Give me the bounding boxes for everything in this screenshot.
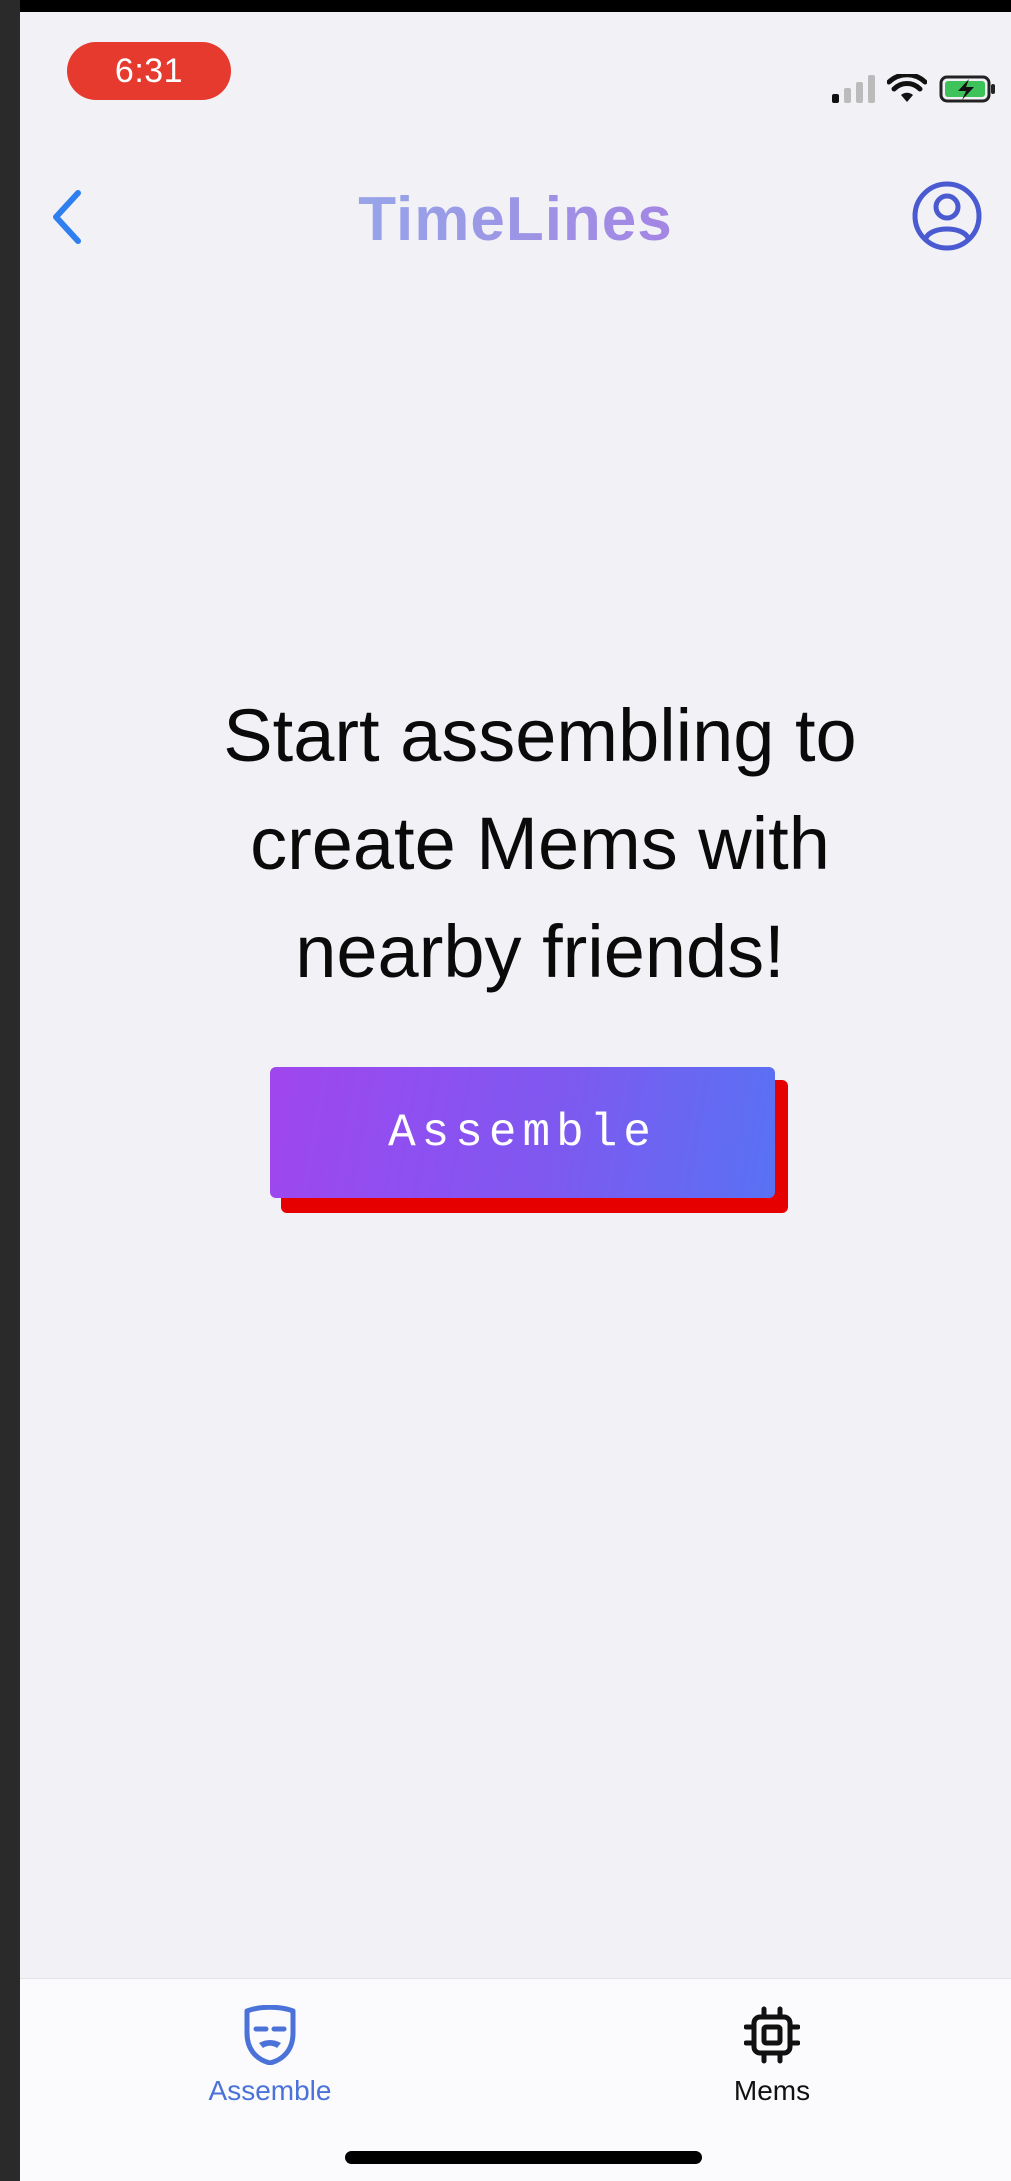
phone-screen: 6:31 TimeLines Start assembling to creat… [20, 12, 1011, 2181]
tab-assemble-label: Assemble [208, 2075, 332, 2106]
assemble-button[interactable]: Assemble [270, 1067, 775, 1198]
battery-charging-icon [939, 75, 995, 103]
device-frame-left [0, 0, 20, 2181]
tab-mems[interactable]: Mems [672, 2005, 872, 2107]
tab-assemble[interactable]: Assemble [170, 2005, 370, 2107]
wifi-icon [887, 74, 927, 102]
status-icons [832, 74, 997, 104]
profile-button[interactable] [911, 180, 983, 252]
user-circle-icon [912, 181, 982, 251]
tab-mems-label: Mems [733, 2075, 811, 2106]
app-title: TimeLines [20, 184, 1011, 255]
empty-state-headline: Start assembling to create Mems with nea… [223, 694, 857, 993]
device-frame-top [0, 0, 1011, 12]
home-indicator [345, 2151, 702, 2164]
status-time: 6:31 [67, 42, 231, 100]
cpu-chip-icon [744, 2006, 800, 2064]
cellular-signal-icon [832, 75, 875, 103]
mask-icon [244, 2005, 296, 2065]
